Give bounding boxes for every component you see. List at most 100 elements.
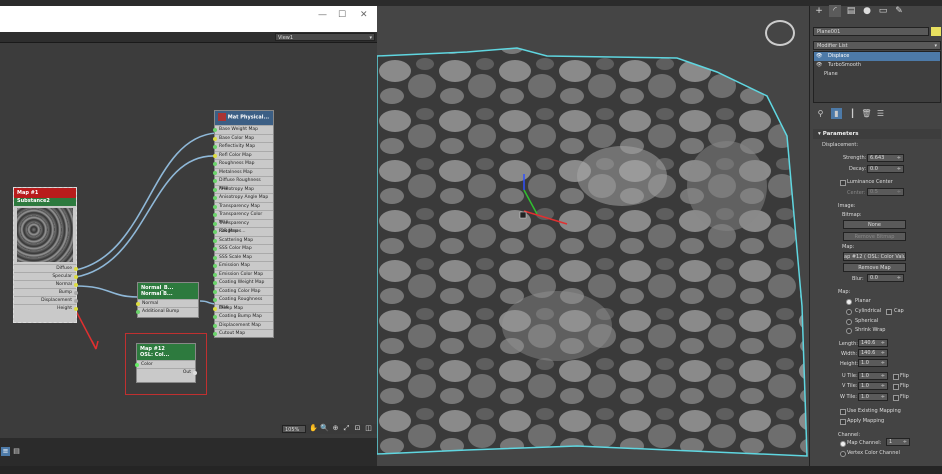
configure-sets-icon[interactable]: ☰ <box>875 108 886 119</box>
slot-pin[interactable] <box>213 289 217 294</box>
slot-pin[interactable] <box>213 332 217 336</box>
osl-color-node[interactable]: Map #12 OSL: Col... Color Out <box>135 343 197 383</box>
node-canvas[interactable]: Map #1 Substance2 Diffuse Specular Normal B… <box>0 43 377 423</box>
node-slot[interactable]: Reflectivity Map <box>213 142 273 151</box>
node-slot[interactable]: Scattering Map <box>213 235 273 245</box>
slot-pin[interactable] <box>213 179 217 183</box>
center-spinner[interactable]: 0.5 <box>867 188 904 196</box>
zoom-icon[interactable]: 🔍 <box>320 424 329 433</box>
height-spinner[interactable]: 1.0 <box>858 359 888 367</box>
parameters-rollout[interactable]: ▾ Parameters <box>813 129 941 139</box>
node-slot[interactable]: Emission Map <box>213 261 273 270</box>
stack-item-displace[interactable]: 👁 Displace <box>814 52 940 61</box>
planar-radio[interactable] <box>846 299 852 305</box>
slot-pin[interactable] <box>213 323 217 328</box>
node-slot[interactable]: Anisotropy Map <box>213 184 273 194</box>
modifier-stack[interactable]: 👁 Displace 👁 TurboSmooth Plane <box>813 51 941 103</box>
node-slot[interactable]: Displacement Map <box>213 320 273 330</box>
node-slot[interactable]: Refl Color Map <box>213 150 273 160</box>
slot-pin[interactable] <box>213 204 217 209</box>
w-tile-spinner[interactable]: 1.0 <box>858 393 888 401</box>
node-slot[interactable]: Base Color Map <box>213 133 273 143</box>
view-dropdown[interactable]: View1 ▾ <box>275 33 375 41</box>
output-pin[interactable] <box>193 371 197 375</box>
hierarchy-tab-icon[interactable]: ▤ <box>845 5 857 17</box>
strength-spinner[interactable]: 6.643 <box>867 154 904 162</box>
node-slot[interactable]: IOR Map <box>213 227 273 236</box>
motion-tab-icon[interactable]: ● <box>861 5 873 17</box>
remove-map-button[interactable]: Remove Map <box>843 263 906 272</box>
perspective-viewport[interactable] <box>377 6 809 466</box>
zoom-selected-icon[interactable]: ⊡ <box>353 424 362 433</box>
node-slot[interactable]: Cutout Map <box>213 329 273 338</box>
slot-pin[interactable] <box>213 196 217 200</box>
scene-explorer-icon[interactable]: ▤ <box>12 447 21 456</box>
normal-bump-node[interactable]: Normal_B... Normal B... Normal Additional… <box>136 282 199 318</box>
slot-pin[interactable] <box>213 230 217 234</box>
minimize-icon[interactable]: — <box>318 10 327 20</box>
slot-pin[interactable] <box>213 145 217 149</box>
slot-pin[interactable] <box>213 298 217 302</box>
slot-pin[interactable] <box>136 302 140 306</box>
cylindrical-radio[interactable] <box>846 309 852 315</box>
eye-icon[interactable]: 👁 <box>816 52 822 61</box>
slot-pin[interactable] <box>213 281 217 285</box>
use-existing-mapping-checkbox[interactable] <box>840 409 846 415</box>
node-slot[interactable]: Metalness Map <box>213 167 273 177</box>
osl-output-slot[interactable]: Out <box>137 368 197 376</box>
show-end-result-icon[interactable]: ▮ <box>831 108 842 119</box>
substance-node[interactable]: Map #1 Substance2 Diffuse Specular Normal B… <box>13 187 78 323</box>
length-spinner[interactable]: 140.6 <box>858 339 888 347</box>
slot-pin[interactable] <box>213 306 217 311</box>
slot-pin[interactable] <box>74 307 78 311</box>
map-button[interactable]: ap #12 ( OSL: Color Value <box>843 252 906 261</box>
slot-pin[interactable] <box>213 221 217 226</box>
v-tile-spinner[interactable]: 1.0 <box>858 382 888 390</box>
vertex-color-radio[interactable] <box>840 451 846 457</box>
stack-item-plane[interactable]: Plane <box>814 70 940 79</box>
zoom-region-icon[interactable]: ⊕ <box>331 424 340 433</box>
input-pin[interactable] <box>135 363 139 367</box>
node-slot[interactable]: SSS Scale Map <box>213 252 273 262</box>
pan-icon[interactable]: ✋ <box>309 424 318 433</box>
modify-tab-icon[interactable]: ◜ <box>829 5 841 17</box>
luminance-center-checkbox[interactable] <box>840 180 846 186</box>
viewcube-icon[interactable] <box>765 20 795 46</box>
slot-pin[interactable] <box>213 162 217 166</box>
slot-pin[interactable] <box>213 128 217 132</box>
slot-pin[interactable] <box>74 275 78 279</box>
node-slot[interactable]: Transparency Color Map <box>213 210 273 225</box>
slot-pin[interactable] <box>213 272 217 277</box>
layers-icon[interactable]: ≡ <box>1 447 10 456</box>
node-slot[interactable]: Diffuse <box>14 264 78 272</box>
slot-pin[interactable] <box>74 283 78 287</box>
u-tile-spinner[interactable]: 1.0 <box>858 372 888 380</box>
node-slot[interactable]: Emission Color Map <box>213 269 273 279</box>
node-slot[interactable]: SSS Color Map <box>213 244 273 253</box>
v-flip-checkbox[interactable] <box>893 384 899 390</box>
spherical-radio[interactable] <box>846 319 852 325</box>
decay-spinner[interactable]: 0.0 <box>867 165 904 173</box>
display-tab-icon[interactable]: ▭ <box>877 5 889 17</box>
node-slot[interactable]: Transparency Roughnes... <box>213 218 273 234</box>
node-slot[interactable]: Coating Roughness Map <box>213 295 273 310</box>
node-slot[interactable]: Bump <box>14 288 78 296</box>
slot-pin[interactable] <box>213 238 217 243</box>
node-slot[interactable]: Displacement <box>14 296 78 304</box>
object-name-field[interactable]: Plane001 <box>813 27 929 36</box>
modifier-list-dropdown[interactable]: Modifier List ▾ <box>813 41 941 50</box>
slot-pin[interactable] <box>213 264 217 268</box>
slot-pin[interactable] <box>213 187 217 192</box>
slot-pin[interactable] <box>213 315 217 319</box>
node-slot[interactable]: Anisotropy Angle Map <box>213 193 273 202</box>
slot-pin[interactable] <box>136 310 140 314</box>
osl-input-slot[interactable]: Color <box>135 360 195 368</box>
node-slot[interactable]: Additional Bump <box>136 307 198 315</box>
node-slot[interactable]: Height <box>14 304 78 312</box>
physical-material-node[interactable]: Mat Physical... Base Weight Map Base Colo… <box>213 110 274 338</box>
node-slot[interactable]: Bump Map <box>213 303 273 313</box>
remove-bitmap-button[interactable]: Remove Bitmap <box>843 232 906 241</box>
pin-stack-icon[interactable]: ⚲ <box>815 108 826 119</box>
node-slot[interactable]: Diffuse Roughness Map <box>213 176 273 191</box>
node-slot[interactable]: Coating Bump Map <box>213 312 273 321</box>
